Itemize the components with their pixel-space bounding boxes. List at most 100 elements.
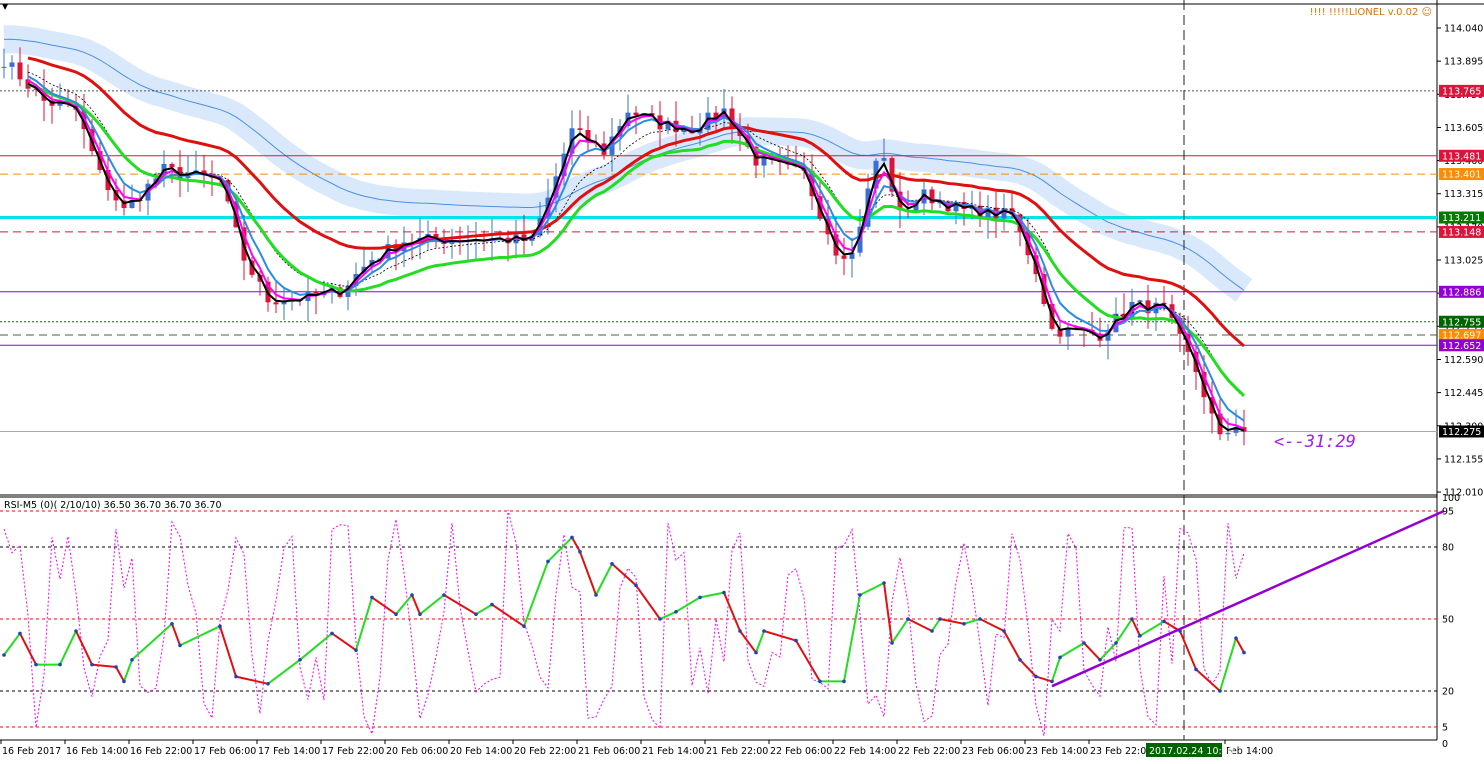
rsi-point: [722, 590, 726, 595]
price-chart[interactable]: 114.040113.895113.750113.605113.460113.3…: [0, 0, 1484, 764]
price-level-label: 113.211: [1442, 213, 1481, 224]
candle-body: [1, 66, 7, 68]
rsi-point: [698, 595, 702, 600]
time-axis-label: 21 Feb 14:00: [642, 746, 704, 757]
price-axis-label: 112.155: [1444, 454, 1483, 465]
price-axis-label: 113.895: [1444, 57, 1483, 68]
rsi-point: [1002, 629, 1006, 633]
rsi-point: [818, 679, 822, 684]
price-level-label: 113.481: [1442, 151, 1481, 162]
rsi-point: [794, 638, 798, 643]
time-axis-label: 21 Feb 06:00: [578, 746, 640, 757]
rsi-point: [394, 612, 398, 616]
rsi-point: [906, 617, 910, 621]
rsi-point: [330, 631, 334, 636]
rsi-point: [2, 653, 6, 657]
rsi-point: [218, 624, 222, 628]
time-axis-label: 22 Feb 14:00: [834, 746, 896, 757]
rsi-point: [90, 662, 94, 667]
time-axis-label: 21 Feb 22:00: [706, 746, 768, 757]
time-axis-label: 16 Feb 2017: [2, 746, 61, 757]
rsi-point: [370, 595, 374, 600]
rsi-point: [1218, 689, 1222, 693]
rsi-point: [170, 622, 174, 626]
rsi-point: [546, 559, 550, 564]
rsi-point: [1050, 679, 1054, 684]
time-axis-label: 17 Feb 06:00: [194, 746, 256, 757]
rsi-point: [354, 648, 358, 652]
time-axis-label: 20 Feb 22:00: [514, 746, 576, 757]
rsi-point: [1034, 674, 1038, 679]
price-axis-label: 112.445: [1444, 388, 1483, 399]
rsi-point: [930, 629, 934, 633]
candle-body: [1225, 432, 1231, 435]
price-level-label: 112.755: [1442, 317, 1481, 328]
rsi-point: [418, 612, 422, 616]
rsi-point: [578, 550, 582, 554]
rsi-point: [674, 610, 678, 614]
rsi-point: [234, 674, 238, 679]
candle-body: [577, 128, 583, 130]
price-axis-label: 113.315: [1444, 189, 1483, 200]
candle-body: [633, 112, 639, 116]
rsi-point: [978, 617, 982, 621]
time-axis-label: 20 Feb 06:00: [386, 746, 448, 757]
rsi-point: [490, 602, 494, 607]
price-level-label: 113.765: [1442, 86, 1481, 97]
rsi-axis-label: 5: [1442, 723, 1448, 734]
rsi-point: [1234, 636, 1238, 640]
rsi-point: [1130, 617, 1134, 621]
time-axis-label: 23 Feb 14:00: [1026, 746, 1088, 757]
price-axis-label: 113.025: [1444, 256, 1483, 267]
price-level-label: 113.148: [1442, 227, 1481, 238]
rsi-axis-label: 95: [1442, 507, 1454, 518]
rsi-point: [266, 682, 270, 686]
rsi-point: [74, 629, 78, 633]
chart-menu-arrow-icon[interactable]: ▼: [2, 2, 8, 11]
rsi-subwindow-title: RSI-M5 (0)( 2/10/10) 36.50 36.70 36.70 3…: [4, 500, 222, 511]
rsi-point: [1098, 658, 1102, 662]
candle-body: [881, 158, 887, 161]
rsi-axis-label: 0: [1442, 739, 1448, 750]
rsi-point: [858, 593, 862, 597]
rsi-point: [122, 679, 126, 684]
rsi-point: [1018, 658, 1022, 662]
price-level-label: 112.275: [1442, 427, 1481, 438]
rsi-point: [658, 617, 662, 621]
time-axis-label: 22 Feb 06:00: [770, 746, 832, 757]
rsi-axis-label: 50: [1442, 615, 1454, 626]
rsi-axis-label: 80: [1442, 543, 1454, 554]
time-axis-label: 23 Feb 22:00: [1090, 746, 1152, 757]
candle-body: [9, 62, 15, 67]
candle-body: [841, 255, 847, 259]
rsi-point: [1082, 641, 1086, 645]
time-axis-label: 16 Feb 22:00: [130, 746, 192, 757]
rsi-point: [58, 662, 62, 667]
price-axis-label: 112.590: [1444, 355, 1483, 366]
rsi-point: [882, 581, 886, 585]
indicator-header: !!!! !!!!!LIONEL v.0.02 ☺: [1309, 7, 1432, 18]
price-level-label: 112.886: [1442, 287, 1481, 298]
rsi-point: [738, 629, 742, 633]
rsi-point: [442, 593, 446, 597]
price-axis-label: 114.040: [1444, 24, 1483, 35]
time-axis-label: 16 Feb 14:00: [66, 746, 128, 757]
rsi-point: [34, 662, 38, 667]
rsi-point: [890, 641, 894, 645]
rsi-point: [18, 631, 22, 636]
rsi-axis-label: 100: [1442, 493, 1460, 504]
rsi-point: [570, 535, 574, 540]
rsi-point: [610, 562, 614, 566]
price-level-label: 113.401: [1442, 170, 1481, 181]
rsi-point: [938, 617, 942, 621]
candle-body: [17, 62, 23, 80]
cursor-time-label: 2017.02.24 10:00: [1149, 746, 1234, 757]
rsi-point: [634, 583, 638, 588]
rsi-point: [130, 658, 134, 662]
price-axis-label: 113.605: [1444, 123, 1483, 134]
rsi-point: [178, 643, 182, 648]
rsi-point: [298, 658, 302, 662]
rsi-point: [522, 624, 526, 628]
rsi-point: [762, 629, 766, 633]
rsi-point: [474, 612, 478, 616]
